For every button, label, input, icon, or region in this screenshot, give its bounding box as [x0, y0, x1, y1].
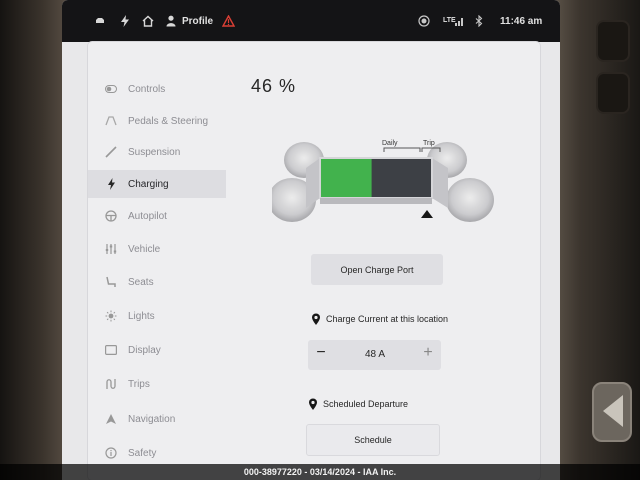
sidebar-item-display[interactable]: Display [88, 336, 226, 364]
record-icon[interactable] [418, 15, 430, 27]
sidebar-item-vehicle[interactable]: Vehicle [88, 235, 226, 263]
suspension-icon [104, 145, 118, 159]
steering-icon [104, 114, 118, 128]
sidebar-item-label: Charging [128, 178, 169, 190]
sidebar-item-label: Lights [128, 310, 155, 322]
battery-charge-fill [321, 159, 372, 197]
charging-content: 46 % Daily Trip Open Charge Port Charge … [238, 42, 538, 480]
navigation-icon [104, 412, 118, 426]
bluetooth-icon[interactable] [475, 15, 483, 27]
sidebar-item-label: Navigation [128, 413, 176, 425]
bolt-icon [104, 177, 118, 191]
sidebar-item-label: Trips [128, 378, 150, 390]
sidebar-item-seats[interactable]: Seats [88, 268, 226, 296]
sidebar-item-navigation[interactable]: Navigation [88, 405, 226, 433]
settings-panel: Controls Pedals & Steering Suspension Ch… [88, 42, 540, 480]
clock: 11:46 am [500, 16, 543, 27]
battery-percent: 46 % [251, 76, 297, 96]
sidebar-item-label: Autopilot [128, 210, 167, 222]
alert-icon[interactable] [222, 15, 235, 27]
sidebar-item-lights[interactable]: Lights [88, 302, 226, 330]
status-bar: Profile LTE 11:46 am [62, 0, 560, 42]
seat-icon [104, 275, 118, 289]
sidebar-item-label: Display [128, 344, 161, 356]
sidebar-item-trips[interactable]: Trips [88, 370, 226, 398]
toggle-icon [104, 82, 118, 96]
sidebar-item-controls[interactable]: Controls [88, 75, 226, 103]
scheduled-departure-title: Scheduled Departure [308, 398, 408, 410]
vent-slot [596, 20, 630, 62]
car-battery-graphic: Daily Trip [272, 140, 494, 222]
sidebar-item-suspension[interactable]: Suspension [88, 138, 226, 166]
location-pin-icon [309, 398, 317, 410]
sliders-icon [104, 242, 118, 256]
profile-label[interactable]: Profile [182, 16, 213, 27]
charge-current-title: Charge Current at this location [311, 313, 448, 325]
charge-current-value: 48 A [364, 349, 386, 360]
charge-limit-marker[interactable] [421, 210, 433, 218]
sidebar-item-charging[interactable]: Charging [88, 170, 226, 198]
sun-icon [104, 309, 118, 323]
open-charge-port-button[interactable]: Open Charge Port [311, 254, 443, 285]
daily-limit-label: Daily [382, 140, 398, 147]
schedule-button[interactable]: Schedule [306, 424, 440, 456]
home-icon[interactable] [142, 15, 154, 27]
lte-label: LTE [443, 17, 456, 24]
sidebar-item-label: Vehicle [128, 243, 161, 255]
display-icon [104, 343, 118, 357]
decrease-current-button[interactable]: − [314, 345, 328, 361]
sidebar-item-label: Seats [128, 276, 154, 288]
info-icon [104, 446, 118, 460]
location-pin-icon [312, 313, 320, 325]
bolt-icon[interactable] [120, 15, 130, 27]
car-icon[interactable] [94, 15, 106, 27]
sidebar-item-label: Controls [128, 83, 166, 95]
sidebar-item-label: Pedals & Steering [128, 115, 209, 127]
sidebar-item-safety[interactable]: Safety [88, 439, 226, 467]
watermark: 000-38977220 - 03/14/2024 - IAA Inc. [0, 464, 640, 480]
charge-current-stepper: − 48 A + [308, 340, 441, 370]
trips-icon [104, 377, 118, 391]
trip-limit-label: Trip [423, 140, 435, 147]
increase-current-button[interactable]: + [421, 345, 435, 361]
sidebar-item-autopilot[interactable]: Autopilot [88, 202, 226, 230]
touchscreen: Profile LTE 11:46 am Controls Pedals & S… [62, 0, 560, 480]
scheduled-departure-title-label: Scheduled Departure [323, 399, 409, 409]
sidebar-item-label: Suspension [128, 146, 181, 158]
sidebar-item-label: Safety [128, 447, 157, 459]
profile-icon[interactable] [166, 15, 176, 27]
hazard-arrow-icon [603, 395, 623, 427]
dashboard-left-trim [0, 0, 70, 480]
signal-icon [455, 15, 465, 27]
sidebar-item-pedals-steering[interactable]: Pedals & Steering [88, 107, 226, 135]
front-right-wheel [446, 178, 494, 222]
charge-current-title-label: Charge Current at this location [326, 314, 449, 324]
steering-wheel-icon [104, 209, 118, 223]
vent-slot [596, 72, 630, 114]
